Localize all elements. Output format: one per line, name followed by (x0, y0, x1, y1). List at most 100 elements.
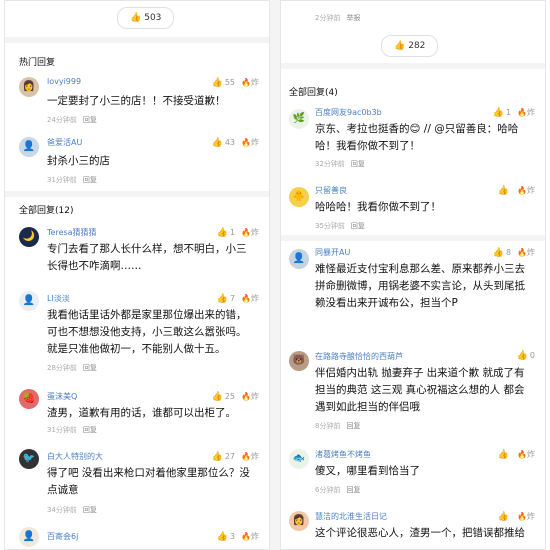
thumbs-up-icon: 👍 (497, 450, 510, 460)
avatar[interactable]: 👩 (289, 511, 309, 531)
flame-icon[interactable]: 🔥 (517, 450, 527, 459)
username[interactable]: 爸爱活AU (47, 137, 82, 148)
username[interactable]: 同暴开AU (315, 247, 350, 258)
comment-text: 封杀小三的店 (47, 155, 110, 167)
like-count: 1 (505, 108, 512, 117)
username[interactable]: LI淡淡 (47, 293, 70, 304)
reply-link[interactable]: 回复 (346, 486, 360, 494)
avatar[interactable]: 🐟 (289, 449, 309, 469)
reply-link[interactable]: 回复 (83, 426, 97, 434)
thumbs-up-icon: 👍 (394, 41, 406, 51)
flame-icon[interactable]: 🔥 (517, 512, 527, 521)
flame-icon[interactable]: 🔥 (241, 452, 251, 461)
avatar[interactable]: 👤 (19, 291, 39, 311)
flame-icon[interactable]: 🔥 (517, 108, 527, 117)
flame-label: 炸 (251, 78, 259, 87)
username[interactable]: 只留善良 (315, 185, 347, 196)
comment-time: 24分钟前 (47, 116, 77, 124)
avatar[interactable]: 🌙 (19, 227, 39, 247)
reply-link[interactable]: 回复 (346, 422, 360, 430)
right-comment-panel: 2分钟前 举报 👍 282 全部回复(4) 🌿 百度网友9ac0b3b 👍 1 🔥炸 京… (280, 0, 546, 550)
flame-icon[interactable]: 🔥 (241, 532, 251, 541)
thumbs-up-icon: 👍 (497, 186, 510, 196)
flame-label: 炸 (527, 512, 535, 521)
avatar[interactable]: 👩 (19, 77, 39, 97)
flame-icon[interactable]: 🔥 (241, 392, 251, 401)
avatar[interactable]: 👤 (289, 249, 309, 269)
like-button[interactable]: 👍 🔥炸 (498, 511, 535, 522)
reply-link[interactable]: 回复 (351, 160, 365, 168)
username[interactable]: lovyi999 (47, 77, 81, 86)
flame-label: 炸 (527, 450, 535, 459)
username[interactable]: 蛋沫美Q (47, 391, 77, 402)
reply-link[interactable]: 回复 (351, 222, 365, 230)
like-button[interactable]: 👍 25 🔥炸 (212, 391, 259, 402)
avatar[interactable]: 👤 (19, 137, 39, 157)
thumbs-up-icon: 👍 (130, 13, 142, 23)
flame-icon[interactable]: 🔥 (241, 138, 251, 147)
comment-time: 28分钟前 (47, 364, 77, 372)
comment-text: 渣男，道歉有用的话，谁都可以出柜了。 (47, 407, 236, 419)
like-button[interactable]: 👍 0 (517, 351, 535, 361)
thumbs-up-icon: 👍 (497, 512, 510, 522)
comment-time: 2分钟前 (315, 14, 341, 22)
avatar[interactable]: 🐦 (19, 449, 39, 469)
like-button[interactable]: 👍 🔥炸 (498, 449, 535, 460)
thumbs-up-icon: 👍 (516, 351, 528, 361)
flame-icon[interactable]: 🔥 (241, 228, 251, 237)
like-button[interactable]: 👍 43 🔥炸 (212, 137, 259, 148)
like-button[interactable]: 👍 🔥炸 (498, 185, 535, 196)
divider (5, 37, 269, 43)
like-count: 25 (224, 392, 236, 401)
like-count: 0 (529, 351, 535, 360)
username[interactable]: Teresa猜猜猜 (47, 227, 97, 238)
like-button[interactable]: 👍 27 🔥炸 (212, 451, 259, 462)
reply-link[interactable]: 回复 (83, 176, 97, 184)
top-like-button[interactable]: 👍 282 (381, 35, 439, 57)
top-like-button[interactable]: 👍 503 (117, 7, 175, 29)
username[interactable]: 在路路寺酿恰恰的西葫芦 (315, 351, 403, 362)
avatar[interactable]: 🌿 (289, 109, 309, 129)
thumbs-up-icon: 👍 (492, 248, 504, 258)
top-like-count: 282 (408, 41, 426, 51)
avatar[interactable]: 🐻 (289, 351, 309, 371)
comment-text: 哈哈哈！我看你做不到了！ (315, 201, 441, 213)
hot-replies-title: 热门回复 (19, 58, 56, 68)
like-button[interactable]: 👍 8 🔥炸 (493, 247, 535, 258)
thumbs-up-icon: 👍 (492, 108, 504, 118)
like-button[interactable]: 👍 55 🔥炸 (212, 77, 259, 88)
reply-link[interactable]: 回复 (83, 364, 97, 372)
comment-item: 🍓 蛋沫美Q 👍 25 🔥炸 渣男，道歉有用的话，谁都可以出柜了。 31分钟前 回复 (5, 387, 269, 443)
flame-label: 炸 (251, 392, 259, 401)
comment-text: 一定要封了小三的店！！不接受道歉！ (47, 95, 226, 107)
flame-label: 炸 (251, 138, 259, 147)
divider (281, 63, 545, 69)
like-button[interactable]: 👍 1 🔥炸 (217, 227, 259, 238)
username[interactable]: 白大人特别的大 (47, 451, 103, 462)
comment-item: 🐥 只留善良 👍 🔥炸 哈哈哈！我看你做不到了！ 35分钟前 回复 (281, 181, 545, 237)
comment-time: 8分钟前 (315, 422, 341, 430)
username[interactable]: 渚葛烤鱼不烤鱼 (315, 449, 371, 460)
like-button[interactable]: 👍 1 🔥炸 (493, 107, 535, 118)
report-link[interactable]: 举报 (346, 14, 360, 22)
comment-text: 京东、考拉也挺香的😊 // @只留善良：哈哈哈！我看你做不到了！ (315, 123, 519, 152)
like-button[interactable]: 👍 3 🔥炸 (217, 531, 259, 542)
flame-icon[interactable]: 🔥 (517, 248, 527, 257)
flame-icon[interactable]: 🔥 (517, 186, 527, 195)
all-replies-title: 全部回复(12) (19, 206, 74, 216)
comment-meta: 6分钟前 回复 (315, 485, 360, 495)
flame-icon[interactable]: 🔥 (241, 78, 251, 87)
username[interactable]: 慧洁的北淮生活日记 (315, 511, 387, 522)
comment-time: 32分钟前 (315, 160, 345, 168)
username[interactable]: 百寄会6j (47, 531, 78, 542)
reply-link[interactable]: 回复 (83, 506, 97, 514)
avatar[interactable]: 👤 (19, 527, 39, 547)
reply-link[interactable]: 回复 (83, 116, 97, 124)
username[interactable]: 百度网友9ac0b3b (315, 107, 382, 118)
flame-label: 炸 (251, 532, 259, 541)
like-count: 8 (505, 248, 512, 257)
avatar[interactable]: 🍓 (19, 389, 39, 409)
like-button[interactable]: 👍 7 🔥炸 (217, 293, 259, 304)
avatar[interactable]: 🐥 (289, 187, 309, 207)
flame-icon[interactable]: 🔥 (241, 294, 251, 303)
